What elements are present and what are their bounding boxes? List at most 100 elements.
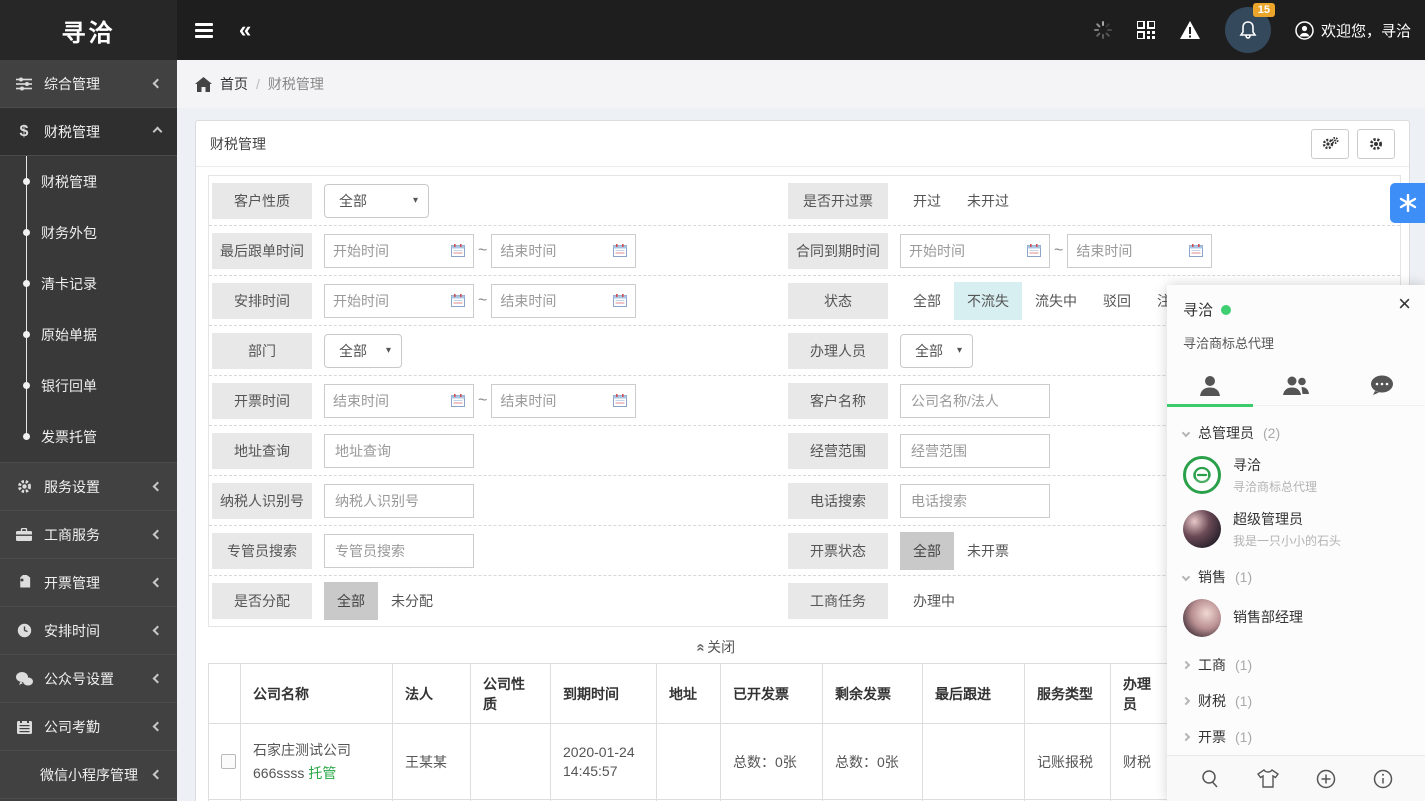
tab-groups[interactable]	[1253, 364, 1339, 405]
notifications-bell[interactable]: 15	[1225, 7, 1271, 53]
invoiced-yes-button[interactable]: 开过	[900, 182, 954, 220]
sidebar-item-invoicing[interactable]: 开票管理	[0, 559, 177, 607]
row-checkbox[interactable]	[221, 754, 236, 769]
sidebar-item-general[interactable]: 综合管理	[0, 60, 177, 108]
invoice-status-all-button[interactable]: 全部	[900, 532, 954, 570]
group-count: (1)	[1235, 657, 1252, 673]
group-header-finance[interactable]: 财税 (1)	[1167, 680, 1425, 716]
group-name: 销售	[1198, 567, 1226, 587]
settings-button[interactable]	[1357, 129, 1395, 159]
search-icon[interactable]	[1200, 769, 1220, 789]
submenu-item-original-documents[interactable]: 原始单据	[0, 309, 177, 360]
user-menu[interactable]: 欢迎您，寻洽	[1295, 20, 1411, 41]
filter-label: 经营范围	[788, 433, 888, 469]
invoiced-no-button[interactable]: 未开过	[954, 182, 1022, 220]
group-header-sales[interactable]: 销售 (1)	[1167, 556, 1425, 592]
avatar	[1183, 510, 1221, 548]
submenu-item-invoice-hosting[interactable]: 发票托管	[0, 411, 177, 462]
status-losing-button[interactable]: 流失中	[1022, 282, 1090, 320]
app-logo[interactable]: 寻洽	[0, 0, 177, 60]
contact-desc: 寻洽商标总代理	[1233, 478, 1317, 495]
tshirt-icon[interactable]	[1257, 769, 1279, 788]
home-icon[interactable]	[195, 77, 212, 92]
chat-panel: 寻洽 × 寻洽商标总代理 总管理员 (2)	[1167, 285, 1425, 801]
status-not-lost-button[interactable]: 不流失	[954, 282, 1022, 320]
sidebar-item-business-services[interactable]: 工商服务	[0, 511, 177, 559]
sidebar-item-attendance[interactable]: 公司考勤	[0, 703, 177, 751]
quick-action-fab[interactable]	[1390, 183, 1425, 223]
last-follow-end-input[interactable]: 结束时间	[491, 234, 636, 268]
taxpayer-id-input[interactable]	[324, 484, 474, 518]
cell-company-name[interactable]: 石家庄测试公司 666ssss托管	[241, 724, 393, 800]
sidebar-item-label: 工商服务	[44, 525, 100, 545]
sidebar-item-official-account[interactable]: 公众号设置	[0, 655, 177, 703]
clock-icon	[14, 623, 34, 638]
filter-label: 状态	[788, 283, 888, 319]
business-task-processing-button[interactable]: 办理中	[900, 582, 968, 620]
business-scope-input[interactable]	[900, 434, 1050, 468]
submenu-item-bank-receipts[interactable]: 银行回单	[0, 360, 177, 411]
people-icon	[1282, 375, 1310, 395]
contact-desc: 我是一只小小的石头	[1233, 532, 1341, 549]
calendar-icon	[451, 294, 465, 307]
invoice-time-end-input[interactable]: 结束时间	[491, 384, 636, 418]
sidebar-item-scheduling[interactable]: 安排时间	[0, 607, 177, 655]
tab-messages[interactable]	[1339, 364, 1425, 405]
schedule-start-input[interactable]: 开始时间	[324, 284, 474, 318]
group-header-invoicing[interactable]: 开票 (1)	[1167, 716, 1425, 752]
chevron-left-icon	[153, 79, 163, 89]
customer-name-input[interactable]	[900, 384, 1050, 418]
contract-expire-start-input[interactable]: 开始时间	[900, 234, 1050, 268]
close-icon[interactable]: ×	[1398, 293, 1411, 315]
submenu-item-card-clearing[interactable]: 清卡记录	[0, 258, 177, 309]
invoice-status-none-button[interactable]: 未开票	[954, 532, 1022, 570]
submenu-label: 银行回单	[41, 376, 97, 396]
tax-officer-search-input[interactable]	[324, 534, 474, 568]
collapse-filters-link[interactable]: « 关闭	[196, 637, 1236, 657]
sidebar-item-service-settings[interactable]: 服务设置	[0, 463, 177, 511]
customer-nature-select[interactable]: 全部▾	[324, 184, 429, 218]
column-settings-button[interactable]	[1311, 129, 1349, 159]
submenu-label: 清卡记录	[41, 274, 97, 294]
filter-label: 办理人员	[788, 333, 888, 369]
contract-expire-end-input[interactable]: 结束时间	[1067, 234, 1212, 268]
group-header-business[interactable]: 工商 (1)	[1167, 644, 1425, 680]
contact-item[interactable]: 销售部经理	[1167, 592, 1425, 644]
menu-toggle-icon[interactable]	[195, 23, 213, 38]
breadcrumb-home[interactable]: 首页	[220, 74, 248, 94]
address-search-input[interactable]	[324, 434, 474, 468]
filter-label: 开票状态	[788, 533, 888, 569]
contact-item[interactable]: 寻洽 寻洽商标总代理	[1167, 448, 1425, 502]
add-icon[interactable]	[1316, 769, 1336, 789]
status-rejected-button[interactable]: 驳回	[1090, 282, 1144, 320]
assigned-no-button[interactable]: 未分配	[378, 582, 446, 620]
header-expire-time: 到期时间	[551, 664, 657, 724]
chevron-down-icon	[1182, 429, 1190, 437]
sidebar-item-mini-program[interactable]: 微信小程序管理	[0, 751, 177, 799]
submenu-item-finance-tax[interactable]: 财税管理	[0, 156, 177, 207]
breadcrumb-current: 财税管理	[268, 74, 324, 94]
loading-spinner-icon[interactable]	[1093, 20, 1113, 40]
info-icon[interactable]	[1373, 769, 1393, 789]
group-name: 开票	[1198, 727, 1226, 747]
schedule-end-input[interactable]: 结束时间	[491, 284, 636, 318]
status-all-button[interactable]: 全部	[900, 282, 954, 320]
qr-code-icon[interactable]	[1137, 21, 1155, 39]
tab-contacts[interactable]	[1167, 364, 1253, 405]
header-agent: 办理员	[1111, 664, 1173, 724]
handler-select[interactable]: 全部▾	[900, 334, 973, 368]
group-header-admins[interactable]: 总管理员 (2)	[1167, 412, 1425, 448]
submenu-label: 财税管理	[41, 172, 97, 192]
last-follow-start-input[interactable]: 开始时间	[324, 234, 474, 268]
submenu-item-finance-outsourcing[interactable]: 财务外包	[0, 207, 177, 258]
sidebar-item-finance-tax[interactable]: $ 财税管理	[0, 108, 177, 156]
invoice-time-start-input[interactable]: 结束时间	[324, 384, 474, 418]
department-select[interactable]: 全部▾	[324, 334, 402, 368]
filter-label: 是否开过票	[788, 183, 888, 219]
contact-name: 销售部经理	[1233, 607, 1303, 627]
assigned-all-button[interactable]: 全部	[324, 582, 378, 620]
warning-icon[interactable]	[1179, 20, 1201, 40]
collapse-sidebar-icon[interactable]: «	[239, 19, 251, 41]
phone-search-input[interactable]	[900, 484, 1050, 518]
contact-item[interactable]: 超级管理员 我是一只小小的石头	[1167, 502, 1425, 556]
